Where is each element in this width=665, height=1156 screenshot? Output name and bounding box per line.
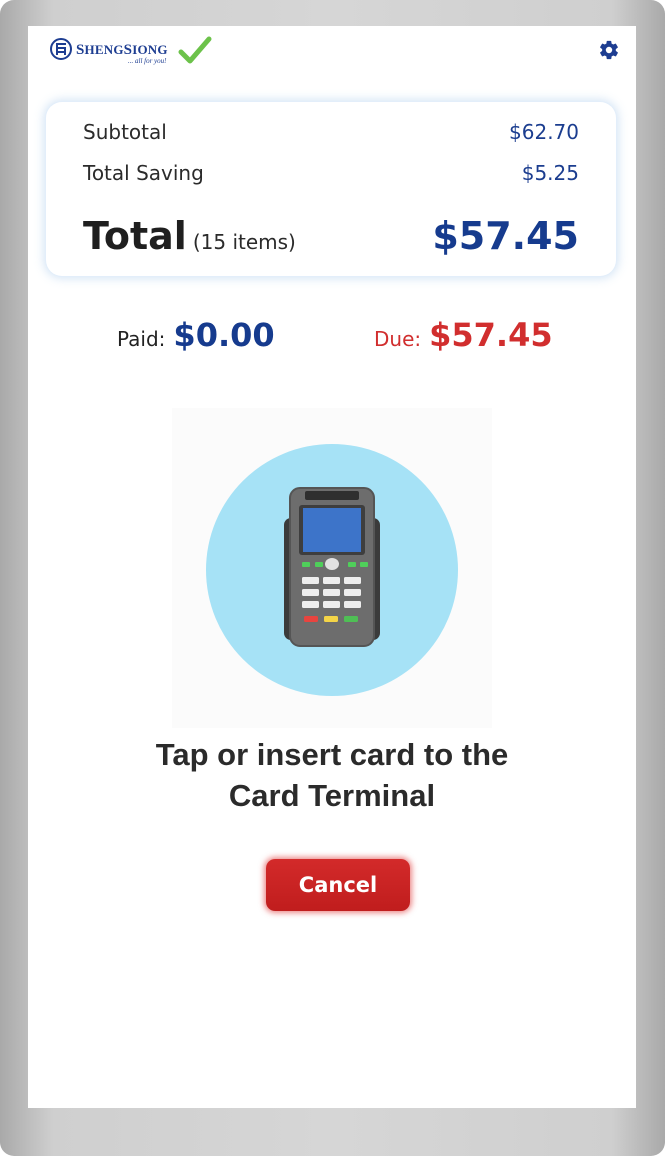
payment-instruction: Tap or insert card to the Card Terminal (28, 734, 636, 816)
total-value: $57.45 (432, 214, 579, 258)
subtotal-row: Subtotal $62.70 (83, 120, 579, 144)
cancel-button[interactable]: Cancel (266, 859, 410, 911)
saving-row: Total Saving $5.25 (83, 161, 579, 185)
payment-screen: SHENGSIONG ... all for you! Subtotal $62… (28, 26, 636, 1108)
instruction-line-2: Card Terminal (228, 778, 436, 813)
due-label: Due: (374, 327, 422, 351)
due-value: $57.45 (429, 316, 553, 354)
brand-emblem-icon (50, 38, 72, 60)
total-items-count: (15 items) (192, 230, 296, 254)
saving-value: $5.25 (521, 161, 579, 185)
brand-logo: SHENGSIONG ... all for you! (50, 36, 220, 68)
paid-label: Paid: (117, 327, 166, 351)
checkmark-icon (178, 36, 212, 64)
total-row: Total (15 items) $57.45 (83, 214, 579, 258)
paid-amount: Paid: $0.00 (117, 316, 275, 354)
order-summary-card: Subtotal $62.70 Total Saving $5.25 Total… (46, 102, 616, 276)
saving-label: Total Saving (83, 161, 204, 185)
gear-icon[interactable] (598, 39, 620, 61)
instruction-line-1: Tap or insert card to the (155, 737, 509, 772)
paid-value: $0.00 (173, 316, 275, 354)
total-label: Total (83, 214, 187, 258)
due-amount: Due: $57.45 (374, 316, 553, 354)
brand-tagline: ... all for you! (128, 57, 167, 65)
subtotal-label: Subtotal (83, 120, 167, 144)
card-terminal-icon (284, 487, 380, 647)
subtotal-value: $62.70 (509, 120, 579, 144)
card-terminal-illustration (172, 408, 492, 728)
